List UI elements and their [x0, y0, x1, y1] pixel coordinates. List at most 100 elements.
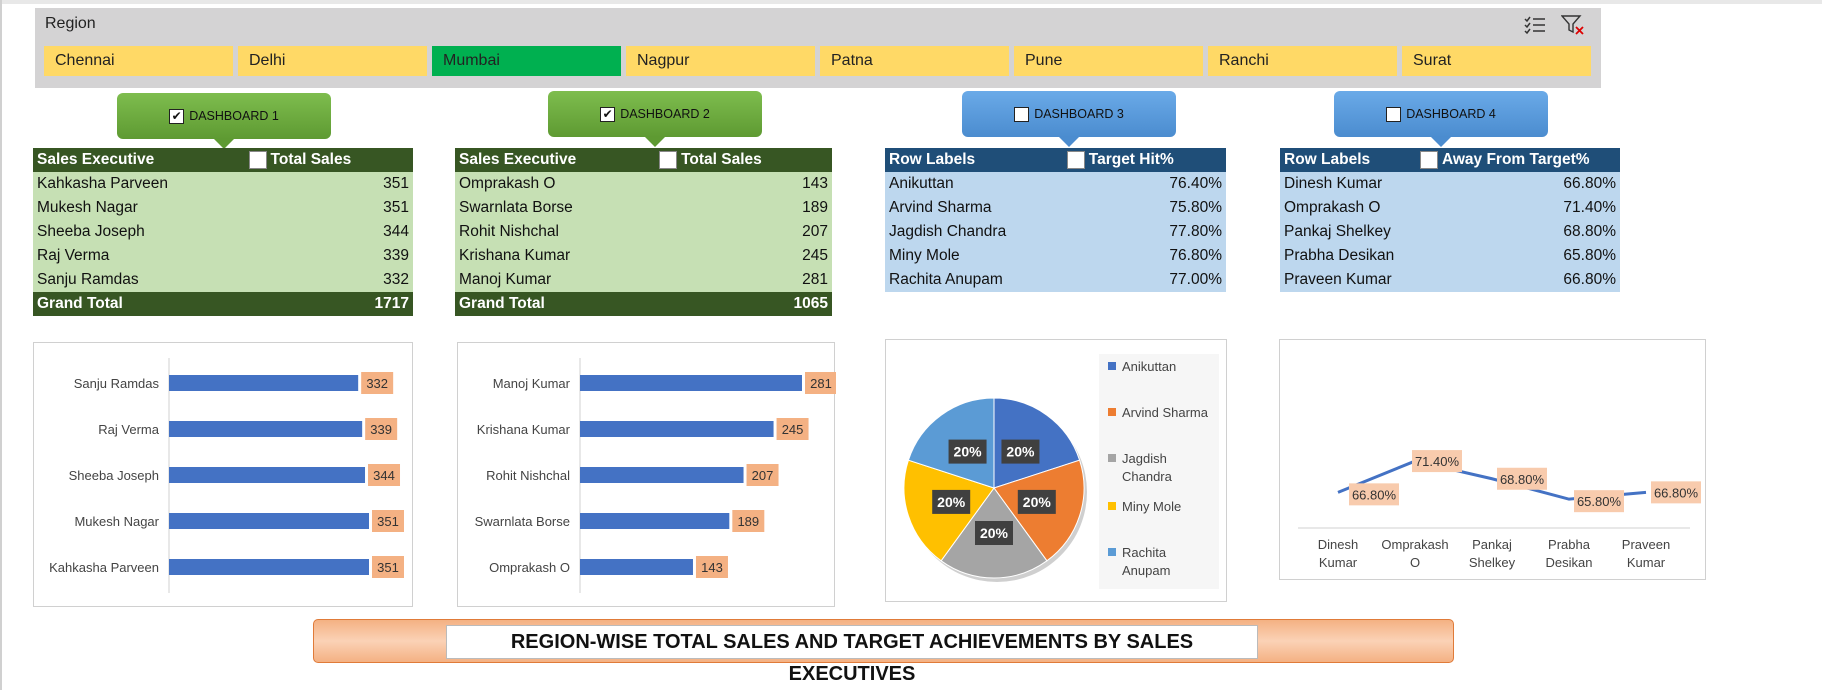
slicer-item-nagpur[interactable]: Nagpur [626, 46, 815, 76]
bar[interactable] [580, 513, 730, 529]
multi-select-icon[interactable] [1521, 12, 1549, 38]
header-cell: Sales Executive [33, 148, 245, 172]
data-label: 66.80% [1654, 485, 1699, 500]
category-label: Dinesh [1318, 537, 1358, 552]
row-label: Swarnlata Borse [455, 196, 656, 220]
category-label: Sheeba Joseph [69, 468, 159, 483]
category-label: Raj Verma [98, 422, 159, 437]
slicer-item-patna[interactable]: Patna [820, 46, 1009, 76]
row-label: Arvind Sharma [885, 196, 1063, 220]
row-value: 66.80% [1415, 172, 1620, 196]
dashboard-3-checkbox[interactable] [1014, 106, 1030, 122]
row-label: Prabha Desikan [1280, 244, 1416, 268]
bar[interactable] [580, 467, 744, 483]
filter-icon[interactable] [1066, 150, 1085, 169]
pie-chart[interactable]: 20% 20% 20% 20% 20% Anikuttan Arvind Sharma Jag… [885, 339, 1227, 602]
slice-label: 20% [1006, 444, 1035, 460]
slicer-item-ranchi[interactable]: Ranchi [1208, 46, 1397, 76]
row-label: Manoj Kumar [455, 268, 656, 292]
slicer-item-surat[interactable]: Surat [1402, 46, 1591, 76]
row-label: Miny Mole [885, 244, 1063, 268]
bar[interactable] [169, 375, 359, 391]
legend-swatch [1108, 408, 1116, 416]
bar[interactable] [580, 421, 774, 437]
grand-total-label: Grand Total [455, 292, 656, 316]
category-label: Praveen [1622, 537, 1670, 552]
row-value: 281 [655, 268, 832, 292]
grand-total-label: Grand Total [33, 292, 245, 316]
clear-filter-icon[interactable] [1559, 12, 1587, 38]
table-row: Omprakash O 71.40% [1280, 196, 1620, 220]
row-value: 351 [244, 172, 413, 196]
row-label: Dinesh Kumar [1280, 172, 1416, 196]
dashboard-2-toggle[interactable]: ✔ DASHBOARD 2 [548, 91, 762, 147]
filter-icon[interactable] [659, 150, 678, 169]
legend-swatch [1108, 362, 1116, 370]
data-label: 339 [370, 422, 392, 437]
slicer-item-delhi[interactable]: Delhi [238, 46, 427, 76]
row-label: Jagdish Chandra [885, 220, 1063, 244]
data-label: 66.80% [1352, 487, 1397, 502]
category-label: Rohit Nishchal [486, 468, 570, 483]
slicer-title: Region [45, 15, 96, 32]
bar[interactable] [580, 559, 693, 575]
table-row: Pankaj Shelkey 68.80% [1280, 220, 1620, 244]
row-value: 344 [244, 220, 413, 244]
table-row: Raj Verma 339 [33, 244, 413, 268]
slicer-item-pune[interactable]: Pune [1014, 46, 1203, 76]
row-label: Rachita Anupam [885, 268, 1063, 292]
dashboard-2-checkbox[interactable]: ✔ [600, 106, 616, 122]
line-chart[interactable]: 66.80% Dinesh Kumar 71.40% Omprakash O 68.80% P… [1279, 339, 1706, 580]
table-row: Mukesh Nagar 351 [33, 196, 413, 220]
data-label: 351 [377, 514, 399, 529]
dashboard-4-checkbox[interactable] [1386, 106, 1402, 122]
category-label: Pankaj [1472, 537, 1512, 552]
table-row: Anikuttan 76.40% [885, 172, 1226, 196]
row-value: 351 [244, 196, 413, 220]
legend-swatch [1108, 454, 1116, 462]
legend-label: Arvind Sharma [1122, 405, 1209, 420]
dashboard-1-toggle[interactable]: ✔ DASHBOARD 1 [117, 93, 331, 149]
row-label: Sheeba Joseph [33, 220, 245, 244]
row-value: 189 [655, 196, 832, 220]
bar-chart-2[interactable]: Manoj Kumar 281 Krishana Kumar 245 Rohit Nis… [457, 342, 836, 607]
filter-icon[interactable] [1419, 150, 1438, 169]
bar[interactable] [580, 375, 802, 391]
row-value: 77.80% [1062, 220, 1226, 244]
table-row: Praveen Kumar 66.80% [1280, 268, 1620, 292]
bar[interactable] [169, 559, 369, 575]
category-label: Desikan [1546, 555, 1593, 570]
data-label: 68.80% [1500, 472, 1545, 487]
dashboard-4-toggle[interactable]: DASHBOARD 4 [1334, 91, 1548, 147]
row-value: 207 [655, 220, 832, 244]
legend-label: Rachita [1122, 545, 1167, 560]
row-label: Pankaj Shelkey [1280, 220, 1416, 244]
pivot-table-1: Sales Executive Total Sales Kahkasha Parve… [33, 148, 413, 316]
legend-swatch [1108, 548, 1116, 556]
header-cell: Target Hit% [1062, 148, 1226, 172]
filter-icon[interactable] [248, 150, 267, 169]
row-value: 68.80% [1415, 220, 1620, 244]
legend-label: Miny Mole [1122, 499, 1181, 514]
bar[interactable] [169, 513, 369, 529]
grand-total-value: 1717 [244, 292, 413, 316]
header-cell: Total Sales [655, 148, 832, 172]
row-value: 77.00% [1062, 268, 1226, 292]
slicer-item-mumbai[interactable]: Mumbai [432, 46, 621, 76]
row-value: 143 [655, 172, 832, 196]
table-row: Omprakash O 143 [455, 172, 832, 196]
dashboard-3-toggle[interactable]: DASHBOARD 3 [962, 91, 1176, 147]
bar[interactable] [169, 467, 366, 483]
bar-chart-1[interactable]: Sanju Ramdas 332 Raj Verma 339 Sheeba Joseph… [33, 342, 413, 607]
table-row: Prabha Desikan 65.80% [1280, 244, 1620, 268]
row-label: Sanju Ramdas [33, 268, 245, 292]
category-label: Omprakash [1381, 537, 1448, 552]
dashboard-1-checkbox[interactable]: ✔ [169, 108, 185, 124]
bar[interactable] [169, 421, 363, 437]
table-row: Sheeba Joseph 344 [33, 220, 413, 244]
slicer-item-chennai[interactable]: Chennai [44, 46, 233, 76]
row-value: 339 [244, 244, 413, 268]
data-label: 344 [373, 468, 395, 483]
table-row: Kahkasha Parveen 351 [33, 172, 413, 196]
table-row: Arvind Sharma 75.80% [885, 196, 1226, 220]
